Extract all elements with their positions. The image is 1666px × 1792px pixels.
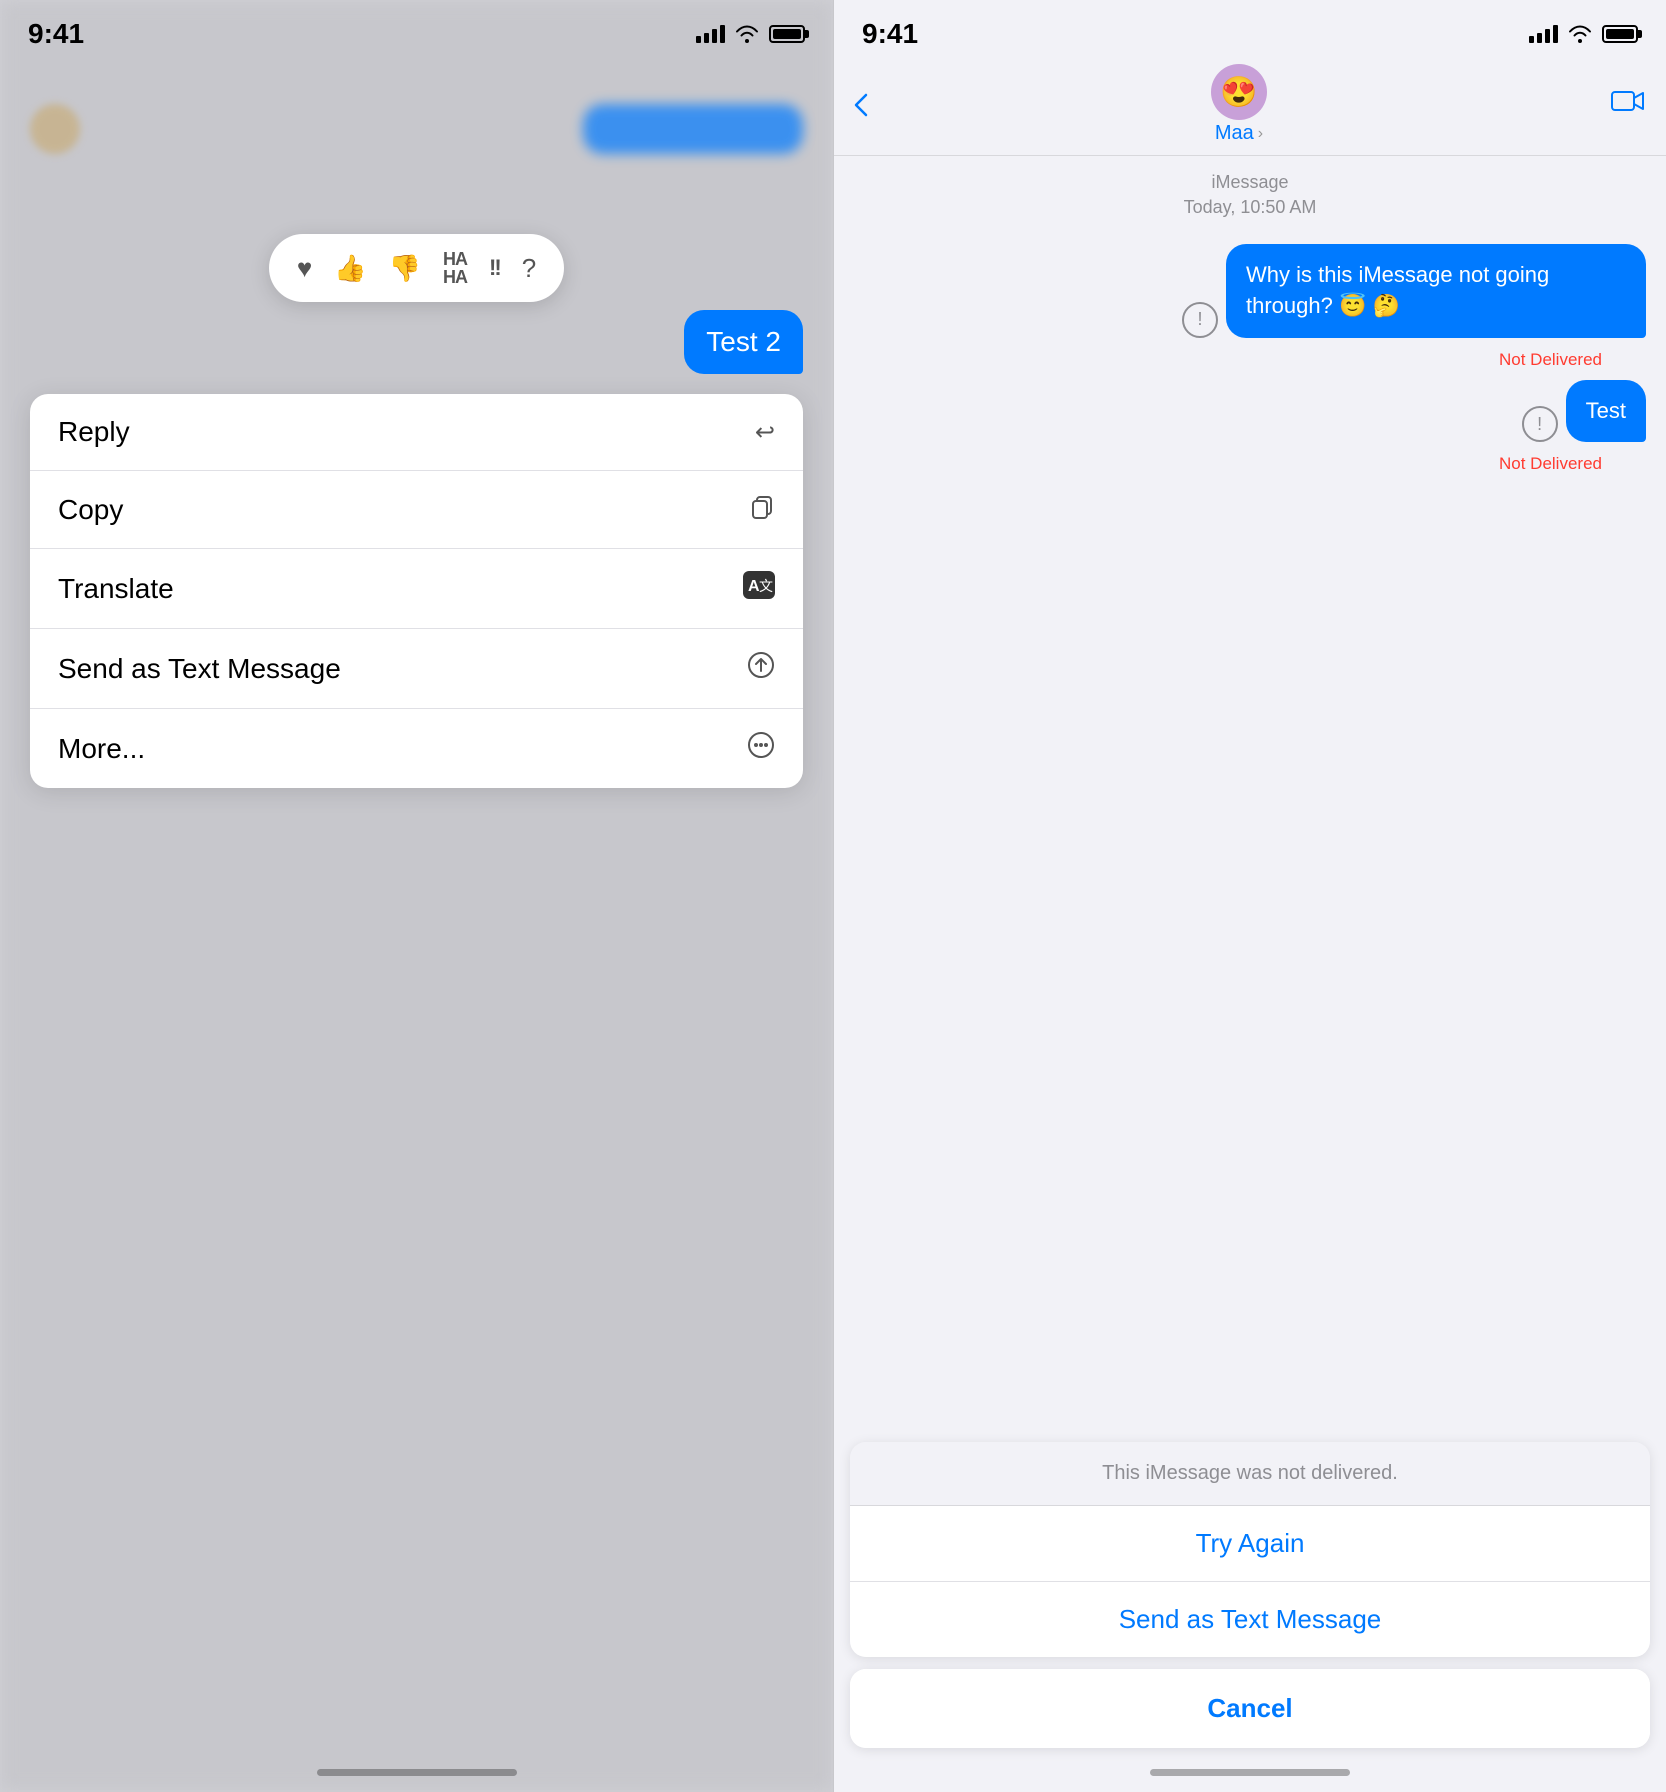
svg-text:文: 文 [759, 578, 773, 594]
menu-item-copy[interactable]: Copy [30, 471, 803, 549]
menu-item-more[interactable]: More... [30, 709, 803, 788]
time-left: 9:41 [28, 18, 84, 50]
not-delivered-1: Not Delivered [854, 350, 1646, 370]
message-bubble-2: Test [1566, 380, 1646, 443]
reaction-heart[interactable]: ♥ [297, 255, 312, 281]
signal-bar-r3 [1545, 29, 1550, 43]
status-icons-left [696, 25, 805, 43]
reaction-question[interactable]: ? [522, 255, 536, 281]
imessage-label: iMessage [834, 156, 1666, 197]
menu-item-reply[interactable]: Reply ↩ [30, 394, 803, 471]
message-row-1: ! Why is this iMessage not going through… [854, 244, 1646, 338]
action-sheet: This iMessage was not delivered. Try Aga… [834, 1442, 1666, 1792]
menu-item-reply-label: Reply [58, 416, 130, 448]
menu-item-translate-label: Translate [58, 573, 174, 605]
more-icon [747, 731, 775, 766]
signal-bar-r2 [1537, 33, 1542, 43]
signal-bar-4 [720, 25, 725, 43]
battery-icon [769, 25, 805, 43]
wifi-icon [735, 25, 759, 43]
imessage-info: iMessage Today, 10:50 AM [834, 156, 1666, 234]
message-row-2: ! Test [854, 380, 1646, 443]
menu-item-copy-label: Copy [58, 494, 123, 526]
message-status-icon-1: ! [1182, 302, 1218, 338]
signal-icon [696, 25, 725, 43]
copy-icon [749, 493, 775, 526]
contact-name-text: Maa [1215, 122, 1254, 145]
message-bubble-area: Test 2 [0, 302, 833, 374]
left-panel: 9:41 ♥ 👍 👎 HAHA [0, 0, 833, 1792]
context-menu: Reply ↩ Copy Translate A 文 Se [30, 394, 803, 788]
message-bubble-1: Why is this iMessage not going through? … [1226, 244, 1646, 338]
wifi-icon-right [1568, 25, 1592, 43]
message-text-1: Why is this iMessage not going through? … [1246, 262, 1549, 318]
reaction-haha[interactable]: HAHA [443, 250, 467, 286]
reaction-exclaim[interactable]: !! [489, 255, 500, 281]
blurred-avatar [30, 104, 80, 154]
contact-avatar: 😍 [1211, 64, 1267, 120]
back-button[interactable] [854, 93, 868, 117]
signal-icon-right [1529, 25, 1558, 43]
contact-name-row[interactable]: Maa › [1215, 122, 1263, 145]
action-sheet-main-group: This iMessage was not delivered. Try Aga… [850, 1442, 1650, 1657]
reaction-pill: ♥ 👍 👎 HAHA !! ? [269, 234, 564, 302]
menu-item-send-as-text-label: Send as Text Message [58, 653, 341, 685]
message-bubble: Test 2 [684, 310, 803, 374]
not-delivered-2: Not Delivered [854, 454, 1646, 474]
signal-bar-r4 [1553, 25, 1558, 43]
battery-icon-right [1602, 25, 1638, 43]
right-panel: 9:41 😍 [833, 0, 1666, 1792]
status-bar-right: 9:41 [834, 0, 1666, 54]
send-as-text-button[interactable]: Send as Text Message [850, 1582, 1650, 1657]
battery-fill [773, 29, 801, 39]
menu-item-more-label: More... [58, 733, 145, 765]
blurred-messages [0, 84, 833, 174]
time-right: 9:41 [862, 18, 918, 50]
imessage-time: Today, 10:50 AM [834, 197, 1666, 234]
battery-fill-right [1606, 29, 1634, 39]
signal-bar-1 [696, 36, 701, 43]
nav-bar: 😍 Maa › [834, 54, 1666, 156]
message-status-icon-2: ! [1522, 406, 1558, 442]
send-as-text-icon [747, 651, 775, 686]
reply-icon: ↩ [755, 418, 775, 447]
status-bar-left: 9:41 [0, 0, 833, 54]
action-sheet-info-text: This iMessage was not delivered. [850, 1442, 1650, 1506]
reaction-thumbsdown[interactable]: 👎 [389, 255, 421, 281]
nav-center: 😍 Maa › [1211, 64, 1267, 145]
message-text-2: Test [1586, 398, 1626, 423]
signal-bar-r1 [1529, 36, 1534, 43]
reaction-thumbsup[interactable]: 👍 [334, 255, 366, 281]
cancel-button[interactable]: Cancel [850, 1669, 1650, 1748]
home-indicator-right [1150, 1769, 1350, 1776]
home-indicator-left [317, 1769, 517, 1776]
chevron-right-icon: › [1258, 125, 1263, 143]
menu-item-translate[interactable]: Translate A 文 [30, 549, 803, 629]
action-sheet-cancel-group: Cancel [850, 1669, 1650, 1748]
video-call-button[interactable] [1610, 87, 1646, 122]
translate-icon: A 文 [743, 571, 775, 606]
signal-bar-3 [712, 29, 717, 43]
try-again-button[interactable]: Try Again [850, 1506, 1650, 1582]
blurred-bubble [583, 104, 803, 154]
signal-bar-2 [704, 33, 709, 43]
status-icons-right [1529, 25, 1638, 43]
menu-item-send-as-text[interactable]: Send as Text Message [30, 629, 803, 709]
reaction-bar: ♥ 👍 👎 HAHA !! ? [0, 234, 833, 302]
